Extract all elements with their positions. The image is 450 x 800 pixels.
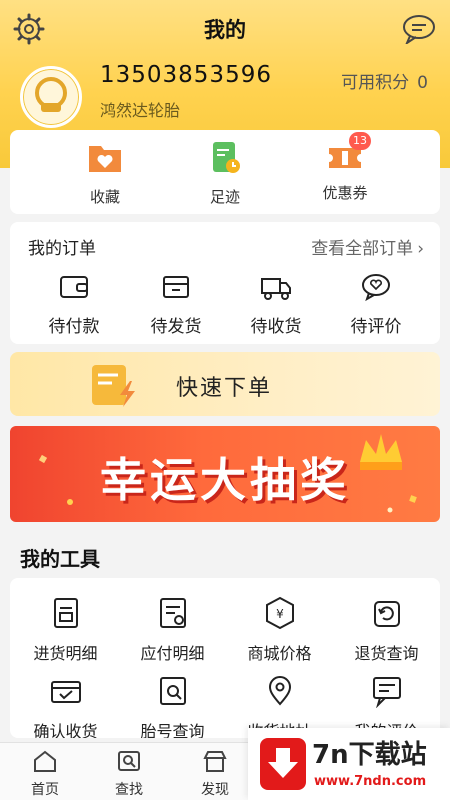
- nav-label: 查找: [115, 782, 143, 798]
- tool-label: 商城价格: [247, 644, 312, 663]
- watermark-name: 7n下载站: [312, 740, 427, 770]
- tool-purchase-detail[interactable]: 进货明细: [12, 596, 119, 664]
- nav-home[interactable]: 首页: [0, 749, 90, 799]
- confirm-receipt-icon: [50, 681, 81, 703]
- avatar-icon: [35, 77, 67, 112]
- tool-tire-number-query[interactable]: 胎号查询: [119, 674, 226, 738]
- package-icon: [163, 276, 189, 298]
- orders-card: 我的订单 查看全部订单 › 待付款 待发货 待收货 待评价: [10, 222, 440, 344]
- truck-icon: [261, 278, 291, 300]
- points-value: 0: [417, 73, 428, 93]
- tool-label: 进货明细: [33, 644, 98, 663]
- quick-label-coupon: 优惠券: [322, 184, 368, 202]
- lottery-banner[interactable]: 幸运大抽奖: [10, 426, 440, 522]
- avatar[interactable]: [20, 66, 82, 128]
- quick-item-favorites[interactable]: 收藏: [50, 140, 160, 210]
- tool-label: 胎号查询: [140, 722, 205, 738]
- nav-discover[interactable]: 发现: [170, 749, 260, 799]
- quick-label-favorites: 收藏: [89, 188, 120, 206]
- favorites-folder-icon: [89, 146, 121, 172]
- svg-text:¥: ¥: [276, 607, 284, 621]
- coupon-icon-wrap: 13: [327, 132, 371, 174]
- page-title: 我的: [204, 18, 246, 42]
- nav-search[interactable]: 查找: [84, 749, 174, 799]
- order-label: 待发货: [150, 317, 202, 337]
- order-pending-receipt[interactable]: 待收货: [226, 272, 326, 337]
- order-label: 待收货: [250, 317, 302, 337]
- points-display[interactable]: 可用积分 0: [341, 68, 428, 93]
- points-label: 可用积分: [341, 73, 410, 93]
- my-review-icon: [372, 677, 401, 709]
- return-icon: [373, 601, 400, 627]
- fast-order-label: 快速下单: [176, 376, 273, 401]
- download-logo-icon: [260, 738, 306, 790]
- fast-order-icon: [92, 365, 135, 407]
- tool-return-query[interactable]: 退货查询: [333, 596, 440, 664]
- user-phone: 13503853596: [100, 62, 272, 88]
- tool-label: 确认收货: [33, 722, 98, 738]
- tools-card: 进货明细 应付明细 ¥ 商城价格 退货查询 确认收货 胎号查询: [10, 578, 440, 738]
- view-all-orders-link[interactable]: 查看全部订单 ›: [311, 234, 424, 259]
- price-icon: ¥: [265, 596, 294, 630]
- quick-label-footprint: 足迹: [209, 188, 240, 206]
- quick-links-card: 收藏 足迹 13 优惠券: [10, 130, 440, 214]
- message-icon[interactable]: [402, 14, 436, 44]
- nav-label: 发现: [201, 782, 229, 798]
- order-pending-payment[interactable]: 待付款: [24, 272, 124, 337]
- review-bubble-icon: [362, 274, 390, 302]
- location-pin-icon: [268, 676, 291, 706]
- top-bar: 我的: [0, 0, 450, 56]
- tool-label: 退货查询: [354, 644, 419, 663]
- coupon-count-badge: 13: [349, 132, 371, 150]
- search-icon: [118, 751, 140, 771]
- tool-confirm-receipt[interactable]: 确认收货: [12, 674, 119, 738]
- tire-number-search-icon: [159, 677, 186, 705]
- chevron-right-icon: ›: [417, 239, 424, 259]
- tool-label: 应付明细: [140, 644, 205, 663]
- watermark-url: www.7ndn.com: [314, 774, 427, 789]
- order-label: 待评价: [350, 317, 402, 337]
- footprint-icon: [213, 142, 240, 173]
- store-icon: [203, 751, 227, 772]
- watermark: 7n下载站 www.7ndn.com: [248, 728, 450, 800]
- quick-item-footprint[interactable]: 足迹: [170, 140, 280, 210]
- order-label: 待付款: [48, 317, 100, 337]
- tool-mall-price[interactable]: ¥ 商城价格: [226, 596, 333, 664]
- fast-order-banner[interactable]: 快速下单: [10, 352, 440, 416]
- home-icon: [34, 750, 56, 772]
- order-pending-review[interactable]: 待评价: [326, 272, 426, 337]
- order-pending-shipment[interactable]: 待发货: [126, 272, 226, 337]
- tools-title: 我的工具: [20, 547, 100, 571]
- view-all-orders-label: 查看全部订单: [311, 239, 414, 259]
- tool-payable-detail[interactable]: 应付明细: [119, 596, 226, 664]
- lottery-text: 幸运大抽奖: [100, 453, 350, 507]
- purchase-detail-icon: [53, 598, 78, 628]
- nav-label: 首页: [31, 782, 59, 798]
- orders-title: 我的订单: [28, 239, 96, 259]
- quick-item-coupon[interactable]: 13 优惠券: [290, 132, 400, 210]
- wallet-icon: [60, 276, 88, 298]
- shop-name: 鸿然达轮胎: [100, 101, 181, 120]
- payable-detail-icon: [159, 598, 186, 628]
